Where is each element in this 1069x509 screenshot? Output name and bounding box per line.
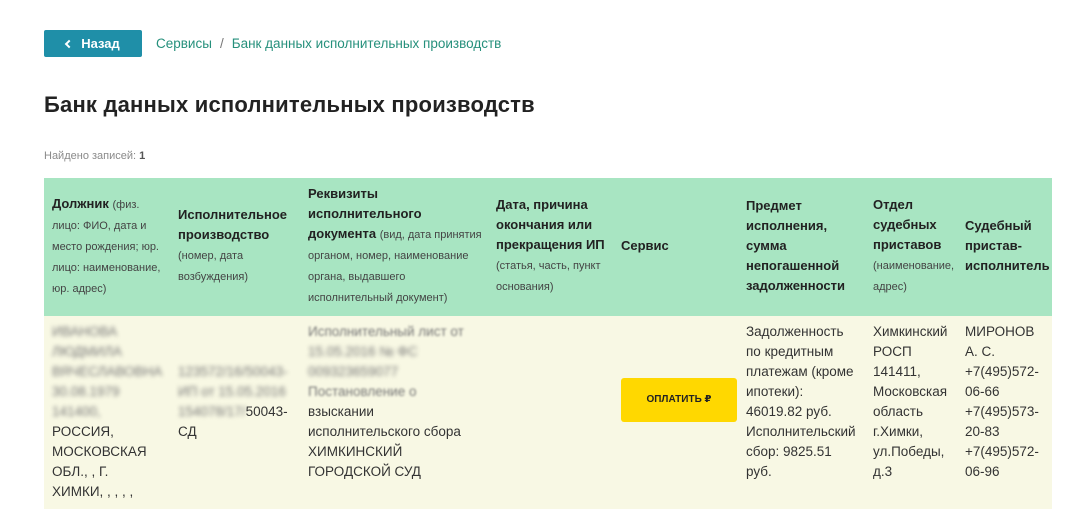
chevron-left-icon xyxy=(64,39,74,49)
department-line: ул.Победы, xyxy=(873,444,945,459)
bailiff-line: 20-83 xyxy=(965,424,1000,439)
bailiff-line: +7(495)572- xyxy=(965,444,1039,459)
subject-line: ипотеки): xyxy=(746,384,804,399)
department-line: РОСП xyxy=(873,344,912,359)
debtor-blurred-line: ИВАНОВА xyxy=(52,324,118,339)
subject-line: платежам (кроме xyxy=(746,364,854,379)
proceeding-blurred-line: 123572/16/50043- xyxy=(178,364,288,379)
bailiff-line: МИРОНОВ xyxy=(965,324,1035,339)
debtor-blurred-line: ЛЮДМИЛА xyxy=(52,344,122,359)
header-service: Сервис xyxy=(613,178,738,316)
debtor-line: ОБЛ., , Г. xyxy=(52,464,109,479)
department-line: Химкинский xyxy=(873,324,948,339)
department-line: область xyxy=(873,404,923,419)
header-proceeding: Исполнительное производство (номер, дата… xyxy=(170,178,300,316)
department-line: г.Химки, xyxy=(873,424,924,439)
cell-document: Исполнительный лист от 15.05.2016 № ФС 0… xyxy=(300,316,488,509)
subject-line: сбор: 9825.51 xyxy=(746,444,832,459)
cell-department: Химкинский РОСП 141411, Московская облас… xyxy=(865,316,957,509)
proceeding-blurred-line: 154078/17/ xyxy=(178,404,246,419)
department-line: 141411, xyxy=(873,364,921,379)
cell-end-reason xyxy=(488,316,613,509)
proceeding-blurred-line: ИП от 15.05.2016 xyxy=(178,384,286,399)
debtor-blurred-line: ВЯЧЕСЛАВОВНА xyxy=(52,364,163,379)
proceeding-line: СД xyxy=(178,424,197,439)
cell-subject: Задолженность по кредитным платежам (кро… xyxy=(738,316,865,509)
document-blurred-line: Постановление о xyxy=(308,384,417,399)
document-blurred-line: 009323659077 xyxy=(308,364,399,379)
table-header-row: Должник (физ. лицо: ФИО, дата и место ро… xyxy=(44,178,1052,316)
debtor-blurred-line: 141400, xyxy=(52,404,101,419)
bailiff-line: +7(495)573- xyxy=(965,404,1039,419)
header-debtor: Должник (физ. лицо: ФИО, дата и место ро… xyxy=(44,178,170,316)
top-navigation: Назад Сервисы / Банк данных исполнительн… xyxy=(44,30,501,57)
cell-service: ОПЛАТИТЬ ₽ xyxy=(613,316,738,509)
breadcrumb-services-link[interactable]: Сервисы xyxy=(156,36,212,51)
records-found-count: 1 xyxy=(139,150,146,162)
cell-proceeding: 123572/16/50043- ИП от 15.05.2016 154078… xyxy=(170,316,300,509)
document-line: исполнительского сбора xyxy=(308,424,461,439)
cell-bailiff: МИРОНОВ А. С. +7(495)572- 06-66 +7(495)5… xyxy=(957,316,1052,509)
debtor-line: ХИМКИ, , , , , xyxy=(52,484,134,499)
breadcrumb-current-link[interactable]: Банк данных исполнительных производств xyxy=(232,36,502,51)
back-button[interactable]: Назад xyxy=(44,30,142,57)
header-document: Реквизиты исполнительного документа (вид… xyxy=(300,178,488,316)
breadcrumb-separator: / xyxy=(219,36,224,51)
debtor-blurred-line: 30.08.1979 xyxy=(52,384,120,399)
department-line: Московская xyxy=(873,384,948,399)
header-department: Отдел судебных приставов (наименование, … xyxy=(865,178,957,316)
header-end-reason: Дата, причина окончания или прекращения … xyxy=(488,178,613,316)
bailiff-line: 06-96 xyxy=(965,464,1000,479)
bailiff-line: +7(495)572- xyxy=(965,364,1039,379)
document-line: ХИМКИНСКИЙ xyxy=(308,444,403,459)
records-found: Найдено записей: 1 xyxy=(44,150,145,162)
department-line: д.3 xyxy=(873,464,893,479)
debtor-line: РОССИЯ, xyxy=(52,424,114,439)
table-row: ИВАНОВА ЛЮДМИЛА ВЯЧЕСЛАВОВНА 30.08.1979 … xyxy=(44,316,1052,509)
document-blurred-line: 15.05.2016 № ФС xyxy=(308,344,418,359)
bailiff-line: А. С. xyxy=(965,344,996,359)
header-subject: Предмет исполнения, сумма непогашенной з… xyxy=(738,178,865,316)
cell-debtor: ИВАНОВА ЛЮДМИЛА ВЯЧЕСЛАВОВНА 30.08.1979 … xyxy=(44,316,170,509)
document-line: взыскании xyxy=(308,404,374,419)
document-line: ГОРОДСКОЙ СУД xyxy=(308,464,421,479)
subject-line: руб. xyxy=(746,464,772,479)
debtor-line: МОСКОВСКАЯ xyxy=(52,444,147,459)
breadcrumb: Сервисы / Банк данных исполнительных про… xyxy=(156,36,501,51)
page-title: Банк данных исполнительных производств xyxy=(44,92,535,117)
subject-line: 46019.82 руб. xyxy=(746,404,832,419)
pay-button[interactable]: ОПЛАТИТЬ ₽ xyxy=(621,378,737,422)
back-button-label: Назад xyxy=(81,36,120,51)
subject-line: по кредитным xyxy=(746,344,834,359)
subject-line: Исполнительский xyxy=(746,424,856,439)
records-found-label: Найдено записей: xyxy=(44,150,137,162)
subject-line: Задолженность xyxy=(746,324,844,339)
proceeding-line: 50043- xyxy=(245,404,288,419)
header-bailiff: Судебный пристав-исполнитель xyxy=(957,178,1052,316)
document-blurred-line: Исполнительный лист от xyxy=(308,324,464,339)
results-table: Должник (физ. лицо: ФИО, дата и место ро… xyxy=(44,178,1052,509)
bailiff-line: 06-66 xyxy=(965,384,1000,399)
